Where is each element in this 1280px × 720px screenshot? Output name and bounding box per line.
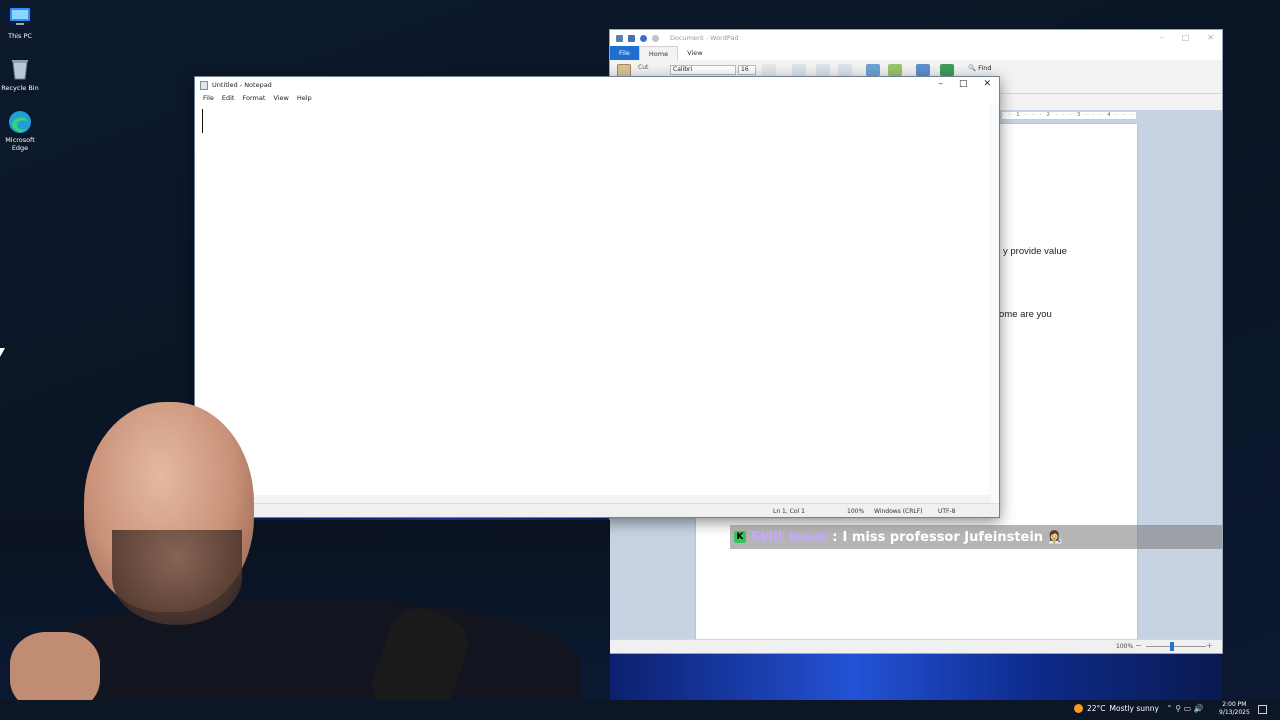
system-tray-icons[interactable]: ⌃ ⚲ ▭ 🔊	[1166, 704, 1204, 713]
redo-icon[interactable]	[652, 34, 659, 42]
mouse-cursor-icon	[0, 348, 5, 357]
cut-button[interactable]: Cut	[638, 64, 648, 71]
document-text-line: ome are you	[999, 309, 1052, 320]
webcam-person-beard	[112, 530, 242, 625]
line-spacing-icon[interactable]	[838, 64, 852, 76]
document-text-line: y provide value	[1003, 246, 1067, 257]
vertical-scrollbar[interactable]	[989, 104, 999, 503]
desktop-icon-label: Recycle Bin	[1, 84, 39, 92]
zoom-in-icon[interactable]: +	[1206, 641, 1213, 650]
notepad-title: Untitled - Notepad	[212, 81, 272, 89]
notepad-app-icon	[200, 80, 208, 90]
wordpad-ruler[interactable]: · · 1 · · · 2 · · · 3 · · · 4 · · · 5 · …	[1002, 112, 1136, 120]
wordpad-close-icon[interactable]: ✕	[1207, 33, 1214, 42]
weather-description: Mostly sunny	[1109, 704, 1159, 713]
clock-time: 2:00 PM	[1222, 701, 1247, 708]
wordpad-status-bar: 100% − +	[610, 639, 1222, 653]
font-family-select[interactable]: Calibri	[670, 65, 736, 75]
wordpad-minimize-icon[interactable]: –	[1160, 33, 1164, 42]
maximize-icon[interactable]: □	[959, 79, 968, 89]
tab-home[interactable]: Home	[638, 46, 679, 60]
tab-file[interactable]: File	[610, 46, 639, 60]
cursor-position: Ln 1, Col 1	[773, 508, 805, 515]
zoom-slider-thumb[interactable]	[1170, 642, 1174, 651]
notification-center-icon[interactable]	[1258, 705, 1267, 714]
undo-icon[interactable]	[640, 34, 647, 42]
encoding: UTF-8	[938, 508, 956, 515]
wordpad-title: Document - WordPad	[670, 34, 739, 42]
list-icon[interactable]	[816, 64, 830, 76]
wordpad-zoom-level: 100%	[1116, 643, 1134, 650]
wallpaper-bloom-lower	[610, 654, 1222, 700]
zoom-out-icon[interactable]: −	[1135, 641, 1142, 650]
wordpad-title-bar[interactable]: Document - WordPad – □ ✕	[610, 30, 1222, 46]
this-pc-icon	[8, 6, 32, 28]
menu-edit[interactable]: Edit	[218, 93, 239, 104]
font-size-select[interactable]: 16	[738, 65, 756, 75]
wordpad-app-icon	[616, 34, 623, 42]
line-ending: Windows (CRLF)	[874, 508, 923, 515]
chat-message-text: I miss professor Jufeinstein	[842, 529, 1044, 545]
insert-object-icon[interactable]	[940, 64, 954, 76]
date-time-icon[interactable]	[916, 64, 930, 76]
find-label: Find	[978, 64, 992, 72]
close-icon[interactable]: ✕	[983, 79, 991, 89]
desktop-icon-label: Microsoft Edge	[5, 136, 35, 152]
menu-help[interactable]: Help	[293, 93, 316, 104]
taskbar-clock[interactable]: 2:00 PM 9/13/2025	[1219, 701, 1250, 717]
chat-separator: :	[832, 529, 838, 545]
grow-font-icon[interactable]	[762, 64, 776, 76]
menu-file[interactable]: File	[199, 93, 218, 104]
find-button[interactable]: 🔍 Find	[968, 64, 992, 72]
sun-icon	[1074, 704, 1083, 713]
notepad-menu-bar: File Edit Format View Help	[195, 93, 999, 104]
weather-widget[interactable]: 22°C Mostly sunny	[1074, 704, 1159, 713]
indent-icon[interactable]	[792, 64, 806, 76]
menu-format[interactable]: Format	[238, 93, 269, 104]
picture-icon[interactable]	[866, 64, 880, 76]
wordpad-ribbon-tabs: File Home View	[610, 46, 1222, 60]
desktop-icon-recycle-bin[interactable]: Recycle Bin	[0, 58, 42, 92]
minimize-icon[interactable]: –	[938, 79, 943, 89]
desktop-icon-edge[interactable]: Microsoft Edge	[0, 110, 42, 152]
zoom-slider[interactable]	[1146, 646, 1206, 647]
kick-badge-icon: K	[734, 531, 746, 543]
notepad-title-bar[interactable]: Untitled - Notepad – □ ✕	[195, 77, 999, 93]
recycle-bin-icon	[8, 58, 32, 80]
notepad-zoom-level: 100%	[847, 508, 865, 515]
paint-drawing-icon[interactable]	[888, 64, 902, 76]
desktop-icon-this-pc[interactable]: This PC	[0, 6, 42, 40]
desktop-icon-label: This PC	[8, 32, 32, 40]
save-icon[interactable]	[628, 34, 635, 42]
text-caret	[202, 109, 203, 133]
wordpad-maximize-icon[interactable]: □	[1182, 33, 1190, 42]
menu-view[interactable]: View	[269, 93, 292, 104]
clock-date: 9/13/2025	[1219, 709, 1250, 716]
chat-message-overlay: K Skill_Issue : I miss professor Jufeins…	[730, 525, 1222, 549]
webcam-overlay	[0, 380, 610, 720]
taskbar: 22°C Mostly sunny ⌃ ⚲ ▭ 🔊 2:00 PM 9/13/2…	[0, 700, 1280, 720]
weather-temperature: 22°C	[1087, 704, 1106, 713]
chat-username: Skill_Issue	[751, 529, 828, 545]
edge-icon	[8, 110, 32, 133]
tab-view[interactable]: View	[678, 46, 711, 60]
scientist-emoji-icon: 👩‍🔬	[1048, 530, 1064, 544]
